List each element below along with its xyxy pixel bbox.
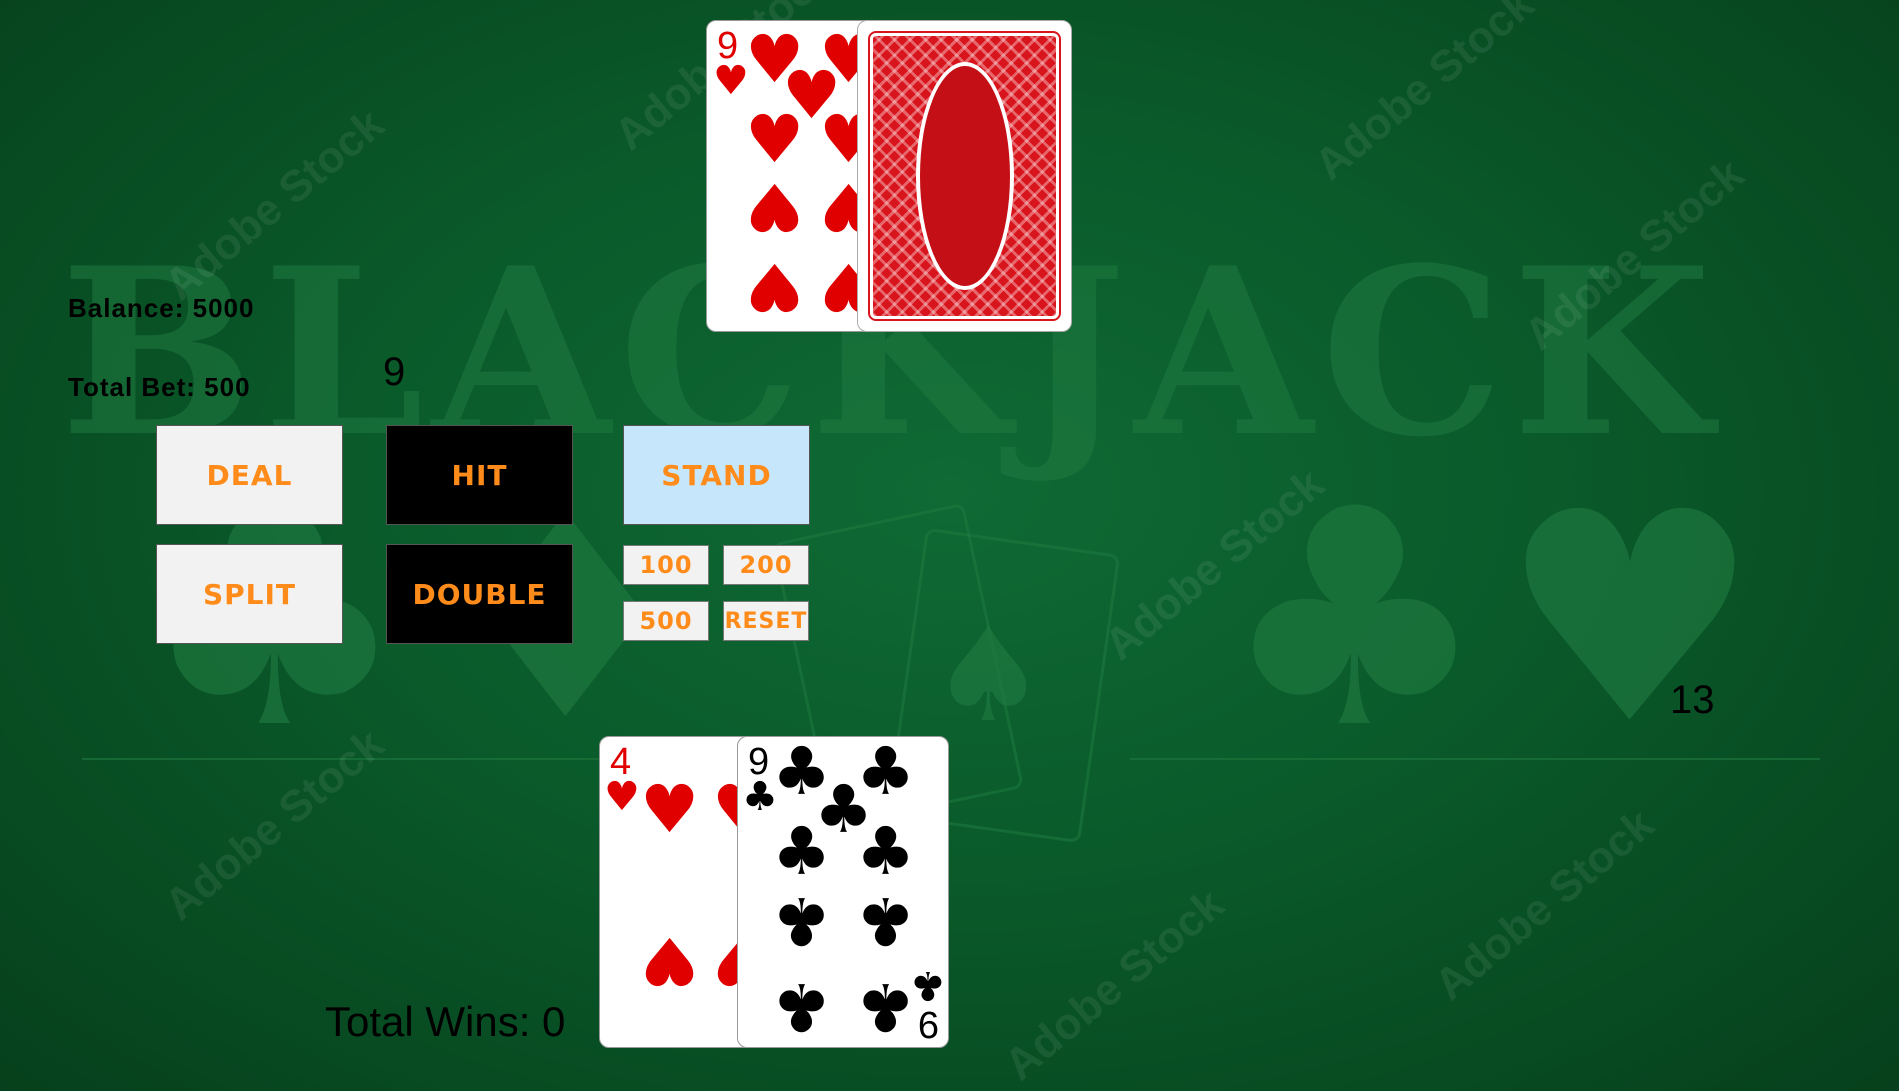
chip-500-button[interactable]: 500	[623, 601, 709, 641]
player-score: 13	[1670, 678, 1715, 722]
total-bet-label: Total Bet: 500	[68, 372, 251, 402]
card-back-emblem	[915, 62, 1014, 290]
heart-icon: ♥	[640, 922, 700, 999]
club-icon: ♣	[772, 813, 832, 890]
heart-icon: ♥	[745, 168, 805, 245]
chip-100-button[interactable]: 100	[623, 545, 709, 585]
chip-200-button[interactable]: 200	[723, 545, 809, 585]
heart-icon: ♥	[713, 58, 749, 104]
deal-button[interactable]: Deal	[156, 425, 343, 525]
balance-label: Balance: 5000	[68, 293, 255, 323]
dealer-card-face-down	[857, 20, 1072, 332]
club-icon: ♣	[856, 813, 916, 890]
player-card-nine-clubs: 9 ♣ ♣ ♣ ♣ ♣ ♣ ♣ ♣ ♣ ♣ ♣ 9	[737, 736, 949, 1048]
club-icon: ♣	[910, 962, 946, 1008]
club-icon: ♣	[772, 968, 832, 1045]
watermark: Adobe Stock	[1425, 799, 1663, 1010]
club-icon: ♣	[856, 968, 916, 1045]
watermark: Adobe Stock	[995, 879, 1233, 1090]
heart-icon: ♥	[640, 771, 700, 848]
stand-button[interactable]: Stand	[623, 425, 810, 525]
card-back-pattern	[868, 31, 1061, 321]
background-heart-icon: ♥	[1500, 451, 1760, 788]
heart-icon: ♥	[745, 101, 805, 178]
reset-button[interactable]: Reset	[723, 601, 809, 641]
dealer-score: 9	[383, 350, 406, 394]
heart-icon: ♥	[745, 248, 805, 325]
club-icon: ♣	[856, 882, 916, 959]
heart-icon: ♥	[604, 774, 640, 820]
background-ace-spade-icon: ♠	[930, 599, 1047, 751]
double-button[interactable]: Double	[386, 544, 573, 644]
split-button[interactable]: Split	[156, 544, 343, 644]
total-wins-label: Total Wins: 0	[325, 998, 566, 1045]
watermark: Adobe Stock	[1305, 0, 1543, 190]
card-rank-bottom: 9	[918, 1003, 940, 1045]
hit-button[interactable]: Hit	[386, 425, 573, 525]
club-icon: ♣	[772, 882, 832, 959]
